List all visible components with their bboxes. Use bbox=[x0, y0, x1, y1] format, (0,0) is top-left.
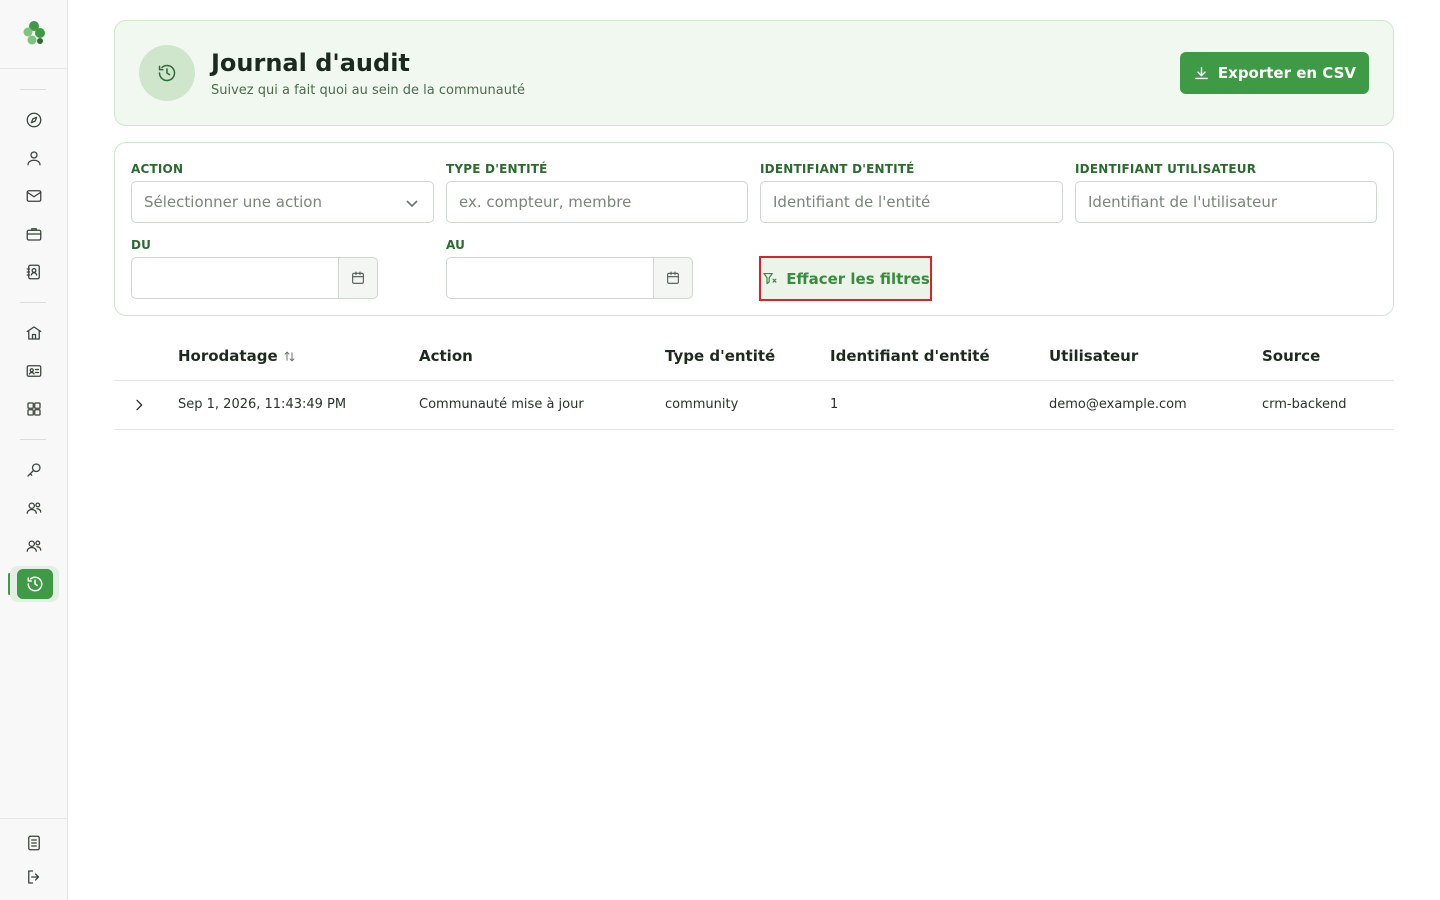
cell-user: demo@example.com bbox=[1049, 397, 1187, 412]
export-csv-label: Exporter en CSV bbox=[1217, 64, 1356, 82]
filter-clear-icon bbox=[763, 272, 777, 285]
filters-panel: ACTION Sélectionner une action TYPE D'EN… bbox=[114, 142, 1394, 316]
action-select[interactable]: Sélectionner une action bbox=[131, 181, 434, 223]
sidebar-item-apps[interactable] bbox=[16, 392, 52, 426]
to-date-picker bbox=[446, 257, 693, 299]
column-header-source: Source bbox=[1262, 347, 1321, 365]
calendar-icon bbox=[667, 271, 679, 284]
users-alt-icon bbox=[26, 540, 42, 552]
entity-id-field[interactable] bbox=[760, 181, 1063, 223]
sidebar-item-messages[interactable] bbox=[16, 179, 52, 213]
cell-entity-id: 1 bbox=[830, 397, 839, 412]
entity-type-input[interactable] bbox=[459, 193, 735, 211]
sidebar-item-contacts[interactable] bbox=[16, 255, 52, 289]
user-icon bbox=[27, 151, 41, 166]
sidebar-item-work[interactable] bbox=[16, 217, 52, 251]
key-icon bbox=[27, 463, 41, 477]
column-header-entity-type: Type d'entité bbox=[665, 347, 776, 365]
entity-type-label: TYPE D'ENTITÉ bbox=[446, 162, 548, 176]
sidebar-item-institution[interactable] bbox=[16, 316, 52, 350]
sidebar-item-audit[interactable] bbox=[10, 566, 59, 602]
column-header-user: Utilisateur bbox=[1049, 347, 1139, 365]
page-header: Journal d'audit Suivez qui a fait quoi a… bbox=[114, 20, 1394, 126]
action-filter-label: ACTION bbox=[131, 162, 184, 176]
sidebar-item-audit-highlight bbox=[16, 569, 53, 599]
cell-action: Communauté mise à jour bbox=[419, 397, 584, 412]
sidebar-divider bbox=[20, 439, 46, 440]
chevron-right-icon bbox=[136, 399, 143, 411]
from-date-label: DU bbox=[131, 238, 152, 252]
sidebar-item-access[interactable] bbox=[16, 453, 52, 487]
page-title: Journal d'audit bbox=[211, 49, 410, 77]
calendar-icon bbox=[352, 271, 364, 284]
cell-source: crm-backend bbox=[1262, 397, 1347, 412]
contact-book-icon bbox=[26, 264, 40, 280]
sidebar bbox=[0, 0, 68, 900]
history-icon bbox=[158, 64, 176, 82]
clear-filters-label: Effacer les filtres bbox=[786, 269, 930, 288]
row-expand-button[interactable] bbox=[128, 394, 150, 416]
entity-type-field[interactable] bbox=[446, 181, 748, 223]
sidebar-bottom-divider bbox=[0, 818, 68, 819]
sidebar-item-docs[interactable] bbox=[16, 826, 52, 860]
user-id-input[interactable] bbox=[1088, 193, 1364, 211]
sidebar-item-teams[interactable] bbox=[16, 529, 52, 563]
document-icon bbox=[28, 835, 40, 851]
sidebar-item-members[interactable] bbox=[16, 354, 52, 388]
from-date-input[interactable] bbox=[131, 257, 338, 299]
sidebar-item-profile[interactable] bbox=[16, 141, 52, 175]
entity-id-label: IDENTIFIANT D'ENTITÉ bbox=[760, 162, 915, 176]
entity-id-input[interactable] bbox=[773, 193, 1050, 211]
user-id-field[interactable] bbox=[1075, 181, 1377, 223]
to-date-calendar-button[interactable] bbox=[653, 257, 693, 299]
to-date-label: AU bbox=[446, 238, 466, 252]
mail-icon bbox=[26, 190, 42, 202]
column-header-timestamp[interactable]: Horodatage bbox=[178, 347, 297, 365]
sidebar-item-explore[interactable] bbox=[16, 103, 52, 137]
user-id-label: IDENTIFIANT UTILISATEUR bbox=[1075, 162, 1257, 176]
users-icon bbox=[26, 502, 42, 514]
audit-table: Horodatage Action Type d'entité Identifi… bbox=[114, 332, 1394, 430]
history-icon bbox=[27, 576, 42, 592]
clover-logo[interactable] bbox=[20, 19, 48, 47]
clear-filters-button[interactable]: Effacer les filtres bbox=[759, 256, 932, 301]
header-avatar bbox=[139, 45, 195, 101]
table-row[interactable]: Sep 1, 2026, 11:43:49 PM Communauté mise… bbox=[114, 381, 1394, 430]
briefcase-icon bbox=[26, 228, 42, 241]
sidebar-top-divider bbox=[0, 68, 68, 69]
bank-icon bbox=[26, 326, 42, 340]
from-date-calendar-button[interactable] bbox=[338, 257, 378, 299]
export-csv-button[interactable]: Exporter en CSV bbox=[1179, 52, 1369, 94]
sort-icon[interactable] bbox=[282, 349, 297, 364]
sidebar-item-logout[interactable] bbox=[16, 860, 52, 894]
download-icon bbox=[1195, 66, 1208, 79]
table-header: Horodatage Action Type d'entité Identifi… bbox=[114, 332, 1394, 381]
grid-icon bbox=[27, 402, 41, 416]
column-header-entity-id: Identifiant d'entité bbox=[830, 347, 990, 365]
sidebar-divider bbox=[20, 302, 46, 303]
page-subtitle: Suivez qui a fait quoi au sein de la com… bbox=[211, 83, 526, 98]
column-header-action: Action bbox=[419, 347, 473, 365]
action-select-value: Sélectionner une action bbox=[144, 193, 322, 211]
column-header-label: Horodatage bbox=[178, 347, 278, 365]
chevron-down-icon bbox=[406, 200, 418, 208]
cell-entity-type: community bbox=[665, 397, 739, 412]
logout-icon bbox=[28, 870, 40, 884]
sidebar-divider bbox=[20, 89, 46, 90]
compass-icon bbox=[26, 112, 42, 128]
from-date-picker bbox=[131, 257, 378, 299]
id-card-icon bbox=[26, 365, 42, 377]
sidebar-item-groups[interactable] bbox=[16, 491, 52, 525]
to-date-input[interactable] bbox=[446, 257, 653, 299]
cell-timestamp: Sep 1, 2026, 11:43:49 PM bbox=[178, 397, 347, 412]
